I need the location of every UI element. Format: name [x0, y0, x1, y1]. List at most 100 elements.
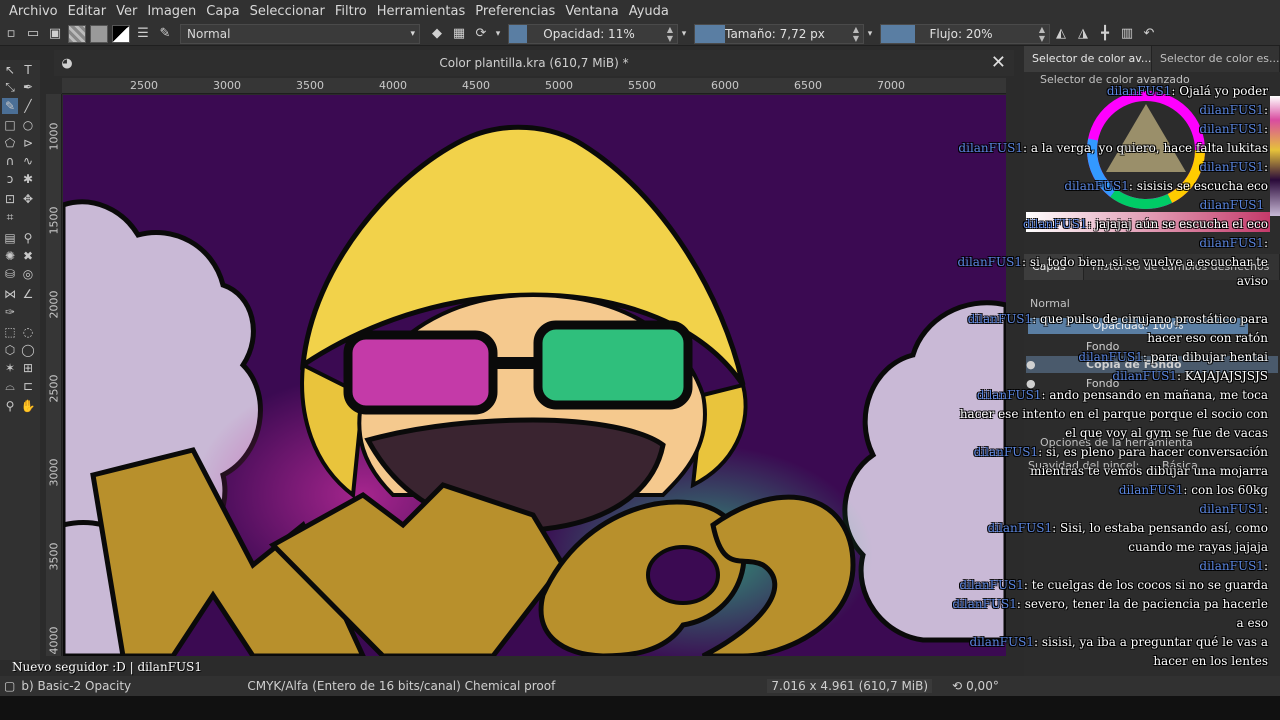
- ellipse-tool-icon[interactable]: ○: [20, 117, 36, 133]
- dynamic-brush-icon[interactable]: ↄ: [2, 171, 18, 187]
- menu-item[interactable]: Seleccionar: [245, 4, 330, 19]
- bezier-select-icon[interactable]: ⌓: [2, 378, 18, 394]
- color-history-strip[interactable]: [1270, 96, 1280, 216]
- ruler-tick-label: 3000: [213, 79, 241, 92]
- similar-select-icon[interactable]: ⊞: [20, 360, 36, 376]
- brush-preset-icon[interactable]: ▢: [0, 679, 21, 693]
- assistant-tool-icon[interactable]: ⋈: [2, 286, 18, 302]
- rotation-icon[interactable]: ⟲: [932, 679, 962, 693]
- measure-tool-icon[interactable]: ∠: [20, 286, 36, 302]
- menu-item[interactable]: Preferencias: [470, 4, 560, 19]
- flow-label: Flujo: 20%: [929, 26, 993, 41]
- mirror-horizontal-icon[interactable]: ◭: [1050, 24, 1072, 44]
- new-document-icon[interactable]: ▫: [0, 24, 22, 44]
- gradient-swatch[interactable]: [68, 24, 86, 43]
- close-icon[interactable]: ✕: [991, 52, 1006, 73]
- blend-mode-select[interactable]: Normal ▾: [180, 23, 420, 44]
- menu-item[interactable]: Editar: [63, 4, 112, 19]
- menu-item[interactable]: Ayuda: [624, 4, 674, 19]
- menu-item[interactable]: Imagen: [142, 4, 201, 19]
- value-gradient-bar[interactable]: [1026, 212, 1270, 232]
- rectangle-tool-icon[interactable]: □: [2, 117, 18, 133]
- tab-advanced-color-selector[interactable]: Selector de color av...: [1024, 46, 1152, 72]
- opacity-slider[interactable]: Opacidad: 11% ▲ ▼: [508, 23, 678, 44]
- smart-patch-icon[interactable]: ✖: [20, 248, 36, 264]
- ruler-tick-label: 1000: [47, 122, 61, 151]
- transform-tool-icon[interactable]: ⊡: [2, 191, 18, 207]
- undo-icon[interactable]: ↶: [1138, 24, 1160, 44]
- colorize-mask-icon[interactable]: ✺: [2, 248, 18, 264]
- workspace-icon[interactable]: ▥: [1116, 24, 1138, 44]
- reload-preset-icon[interactable]: ⟳: [470, 24, 492, 44]
- bezier-tool-icon[interactable]: ∩: [2, 153, 18, 169]
- spin-arrows-icon[interactable]: ▲ ▼: [663, 25, 677, 43]
- layers-blend-mode[interactable]: Normal: [1030, 297, 1070, 310]
- rect-select-icon[interactable]: ⬚: [2, 324, 18, 340]
- crop-tool-icon[interactable]: ⌗: [2, 209, 18, 225]
- line-tool-icon[interactable]: ╱: [20, 98, 36, 114]
- color-picker-icon[interactable]: ⚲: [20, 230, 36, 246]
- menu-item[interactable]: Ventana: [560, 4, 623, 19]
- ruler-top[interactable]: 2500 3000 3500 4000 4500 5000 5500 6000 6500 7000: [62, 78, 1006, 94]
- eraser-mode-icon[interactable]: ◆: [426, 24, 448, 44]
- brush-smoothing-select[interactable]: Básica: [1162, 459, 1198, 472]
- pan-tool-icon[interactable]: ✋: [20, 398, 36, 414]
- mirror-vertical-icon[interactable]: ◮: [1072, 24, 1094, 44]
- freehand-select-icon[interactable]: ◯: [20, 342, 36, 358]
- fill-tool-icon[interactable]: ⛁: [2, 266, 18, 282]
- advanced-color-selector-title: Selector de color avanzado: [1040, 73, 1190, 86]
- polygon-tool-icon[interactable]: ⬠: [2, 135, 18, 151]
- polygon-select-icon[interactable]: ⬡: [2, 342, 18, 358]
- chevron-down-icon[interactable]: ▾: [492, 24, 504, 44]
- menu-item[interactable]: Herramientas: [372, 4, 471, 19]
- fg-bg-color-swatch[interactable]: [112, 24, 130, 43]
- menu-item[interactable]: Capa: [201, 4, 244, 19]
- chevron-down-icon[interactable]: ▾: [864, 24, 876, 44]
- alpha-lock-icon[interactable]: ▦: [448, 24, 470, 44]
- wrap-around-icon[interactable]: ╋: [1094, 24, 1116, 44]
- save-icon[interactable]: ▣: [44, 24, 66, 44]
- freehand-path-icon[interactable]: ∿: [20, 153, 36, 169]
- freehand-brush-icon[interactable]: ✎: [2, 98, 18, 114]
- color-wheel[interactable]: [1086, 90, 1206, 210]
- size-slider[interactable]: Tamaño: 7,72 px ▲ ▼: [694, 23, 864, 44]
- menu-item[interactable]: Archivo: [4, 4, 63, 19]
- tab-layers[interactable]: Capas: [1024, 254, 1084, 280]
- layers-opacity-slider[interactable]: Opacidad: 100%: [1028, 318, 1248, 334]
- contiguous-select-icon[interactable]: ✶: [2, 360, 18, 376]
- calligraphy-icon[interactable]: ✒: [20, 79, 36, 95]
- edit-shapes-icon[interactable]: ⤡: [2, 79, 18, 95]
- tab-undo-history[interactable]: Histórico de cambios deshechos: [1084, 254, 1280, 280]
- gradient-tool-icon[interactable]: ▤: [2, 230, 18, 246]
- layer-row[interactable]: Fondo: [1026, 338, 1278, 355]
- ellipse-select-icon[interactable]: ◌: [20, 324, 36, 340]
- brush-presets-icon[interactable]: ☰: [132, 24, 154, 44]
- polyline-tool-icon[interactable]: ⊳: [20, 135, 36, 151]
- spin-arrows-icon[interactable]: ▲ ▼: [849, 25, 863, 43]
- zoom-tool-icon[interactable]: ⚲: [2, 398, 18, 414]
- document-tab[interactable]: ◕ Color plantilla.kra (610,7 MiB) * ✕: [54, 50, 1014, 76]
- brush-editor-icon[interactable]: ✎: [154, 24, 176, 44]
- chevron-down-icon[interactable]: ▾: [678, 24, 690, 44]
- menu-item[interactable]: Filtro: [330, 4, 372, 19]
- enclose-fill-icon[interactable]: ◎: [20, 266, 36, 282]
- layer-row-selected[interactable]: ● Copia de Fondo: [1026, 356, 1278, 373]
- text-tool-icon[interactable]: T: [20, 62, 36, 78]
- menu-item[interactable]: Ver: [111, 4, 142, 19]
- multibrush-icon[interactable]: ✱: [20, 171, 36, 187]
- move-tool-icon[interactable]: ✥: [20, 191, 36, 207]
- pattern-swatch[interactable]: [90, 24, 108, 43]
- reference-tool-icon[interactable]: ✑: [2, 304, 18, 320]
- ruler-tick-label: 2500: [47, 374, 61, 403]
- flow-slider[interactable]: Flujo: 20% ▲ ▼: [880, 23, 1050, 44]
- select-shapes-icon[interactable]: ↖: [2, 62, 18, 78]
- ruler-left[interactable]: 1000 1500 2000 2500 3000 3500 4000: [46, 94, 62, 656]
- magnetic-select-icon[interactable]: ⊏: [20, 378, 36, 394]
- eye-icon[interactable]: ●: [1026, 377, 1042, 390]
- open-folder-icon[interactable]: ▭: [22, 24, 44, 44]
- canvas[interactable]: [63, 95, 1006, 656]
- tab-specific-color-selector[interactable]: Selector de color es...: [1152, 46, 1280, 72]
- eye-icon[interactable]: ●: [1026, 358, 1042, 371]
- layer-row[interactable]: ● Fondo: [1026, 375, 1278, 392]
- spin-arrows-icon[interactable]: ▲ ▼: [1035, 25, 1049, 43]
